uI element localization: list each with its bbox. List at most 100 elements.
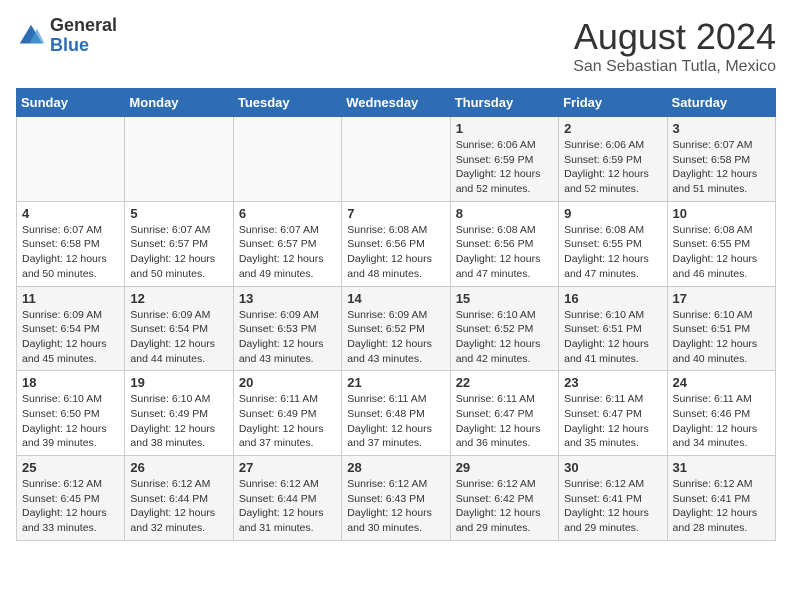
calendar-cell	[233, 117, 341, 202]
day-number: 28	[347, 460, 444, 475]
day-info: Sunrise: 6:11 AMSunset: 6:47 PMDaylight:…	[564, 392, 661, 451]
day-number: 31	[673, 460, 770, 475]
day-number: 25	[22, 460, 119, 475]
calendar-cell: 4Sunrise: 6:07 AMSunset: 6:58 PMDaylight…	[17, 201, 125, 286]
day-number: 6	[239, 206, 336, 221]
day-number: 7	[347, 206, 444, 221]
page-header: General Blue August 2024 San Sebastian T…	[16, 16, 776, 76]
day-number: 13	[239, 291, 336, 306]
calendar-cell: 12Sunrise: 6:09 AMSunset: 6:54 PMDayligh…	[125, 286, 233, 371]
day-info: Sunrise: 6:08 AMSunset: 6:56 PMDaylight:…	[456, 223, 553, 282]
day-number: 14	[347, 291, 444, 306]
day-info: Sunrise: 6:07 AMSunset: 6:57 PMDaylight:…	[239, 223, 336, 282]
day-number: 18	[22, 375, 119, 390]
calendar-cell: 28 Sunrise: 6:12 AMSunset: 6:43 PMDayligh…	[342, 456, 450, 541]
calendar-cell	[125, 117, 233, 202]
day-info: Sunrise: 6:12 AMSunset: 6:44 PMDaylight:…	[239, 477, 336, 536]
day-info: Sunrise: 6:12 AMSunset: 6:43 PMDaylight:…	[347, 477, 444, 536]
logo-text: General Blue	[50, 16, 117, 56]
day-number: 29	[456, 460, 553, 475]
calendar-cell: 30 Sunrise: 6:12 AMSunset: 6:41 PMDayligh…	[559, 456, 667, 541]
day-number: 26	[130, 460, 227, 475]
location-title: San Sebastian Tutla, Mexico	[573, 58, 776, 76]
calendar-cell: 24 Sunrise: 6:11 AMSunset: 6:46 PMDayligh…	[667, 371, 775, 456]
title-block: August 2024 San Sebastian Tutla, Mexico	[573, 16, 776, 76]
day-info: Sunrise: 6:08 AMSunset: 6:55 PMDaylight:…	[673, 223, 770, 282]
day-number: 27	[239, 460, 336, 475]
day-info: Sunrise: 6:12 AMSunset: 6:45 PMDaylight:…	[22, 477, 119, 536]
calendar-week-4: 18 Sunrise: 6:10 AMSunset: 6:50 PMDayligh…	[17, 371, 776, 456]
calendar-cell: 16Sunrise: 6:10 AMSunset: 6:51 PMDayligh…	[559, 286, 667, 371]
day-number: 23	[564, 375, 661, 390]
calendar-cell: 21Sunrise: 6:11 AMSunset: 6:48 PMDayligh…	[342, 371, 450, 456]
calendar-cell: 29 Sunrise: 6:12 AMSunset: 6:42 PMDayligh…	[450, 456, 558, 541]
calendar-cell: 23 Sunrise: 6:11 AMSunset: 6:47 PMDayligh…	[559, 371, 667, 456]
day-info: Sunrise: 6:09 AMSunset: 6:52 PMDaylight:…	[347, 308, 444, 367]
header-day-tuesday: Tuesday	[233, 89, 341, 117]
calendar-cell	[342, 117, 450, 202]
calendar-cell: 8 Sunrise: 6:08 AMSunset: 6:56 PMDaylight…	[450, 201, 558, 286]
calendar-cell: 1 Sunrise: 6:06 AMSunset: 6:59 PMDaylight…	[450, 117, 558, 202]
calendar-cell: 3Sunrise: 6:07 AMSunset: 6:58 PMDaylight…	[667, 117, 775, 202]
calendar-header: SundayMondayTuesdayWednesdayThursdayFrid…	[17, 89, 776, 117]
calendar-cell: 19Sunrise: 6:10 AMSunset: 6:49 PMDayligh…	[125, 371, 233, 456]
calendar-cell: 6 Sunrise: 6:07 AMSunset: 6:57 PMDaylight…	[233, 201, 341, 286]
logo-icon	[16, 21, 46, 51]
day-info: Sunrise: 6:07 AMSunset: 6:57 PMDaylight:…	[130, 223, 227, 282]
day-number: 8	[456, 206, 553, 221]
day-info: Sunrise: 6:07 AMSunset: 6:58 PMDaylight:…	[673, 138, 770, 197]
calendar-cell: 18 Sunrise: 6:10 AMSunset: 6:50 PMDayligh…	[17, 371, 125, 456]
day-info: Sunrise: 6:12 AMSunset: 6:41 PMDaylight:…	[673, 477, 770, 536]
day-number: 9	[564, 206, 661, 221]
day-info: Sunrise: 6:11 AMSunset: 6:46 PMDaylight:…	[673, 392, 770, 451]
calendar-cell: 14 Sunrise: 6:09 AMSunset: 6:52 PMDayligh…	[342, 286, 450, 371]
calendar-week-3: 11 Sunrise: 6:09 AMSunset: 6:54 PMDayligh…	[17, 286, 776, 371]
calendar-cell: 15Sunrise: 6:10 AMSunset: 6:52 PMDayligh…	[450, 286, 558, 371]
header-day-monday: Monday	[125, 89, 233, 117]
day-number: 30	[564, 460, 661, 475]
day-number: 19	[130, 375, 227, 390]
day-number: 17	[673, 291, 770, 306]
header-day-sunday: Sunday	[17, 89, 125, 117]
day-number: 11	[22, 291, 119, 306]
day-info: Sunrise: 6:10 AMSunset: 6:50 PMDaylight:…	[22, 392, 119, 451]
day-number: 4	[22, 206, 119, 221]
day-info: Sunrise: 6:12 AMSunset: 6:42 PMDaylight:…	[456, 477, 553, 536]
calendar-cell: 25 Sunrise: 6:12 AMSunset: 6:45 PMDayligh…	[17, 456, 125, 541]
calendar-cell: 31 Sunrise: 6:12 AMSunset: 6:41 PMDayligh…	[667, 456, 775, 541]
header-day-friday: Friday	[559, 89, 667, 117]
calendar-cell: 10Sunrise: 6:08 AMSunset: 6:55 PMDayligh…	[667, 201, 775, 286]
day-info: Sunrise: 6:11 AMSunset: 6:49 PMDaylight:…	[239, 392, 336, 451]
day-info: Sunrise: 6:09 AMSunset: 6:54 PMDaylight:…	[130, 308, 227, 367]
calendar-week-2: 4Sunrise: 6:07 AMSunset: 6:58 PMDaylight…	[17, 201, 776, 286]
day-info: Sunrise: 6:11 AMSunset: 6:47 PMDaylight:…	[456, 392, 553, 451]
day-info: Sunrise: 6:10 AMSunset: 6:51 PMDaylight:…	[564, 308, 661, 367]
day-number: 1	[456, 121, 553, 136]
day-number: 15	[456, 291, 553, 306]
calendar-cell: 26Sunrise: 6:12 AMSunset: 6:44 PMDayligh…	[125, 456, 233, 541]
header-day-saturday: Saturday	[667, 89, 775, 117]
day-info: Sunrise: 6:11 AMSunset: 6:48 PMDaylight:…	[347, 392, 444, 451]
calendar-cell: 17Sunrise: 6:10 AMSunset: 6:51 PMDayligh…	[667, 286, 775, 371]
header-day-wednesday: Wednesday	[342, 89, 450, 117]
calendar-week-1: 1 Sunrise: 6:06 AMSunset: 6:59 PMDaylight…	[17, 117, 776, 202]
calendar-week-5: 25 Sunrise: 6:12 AMSunset: 6:45 PMDayligh…	[17, 456, 776, 541]
day-info: Sunrise: 6:06 AMSunset: 6:59 PMDaylight:…	[564, 138, 661, 197]
day-number: 5	[130, 206, 227, 221]
calendar-cell: 27 Sunrise: 6:12 AMSunset: 6:44 PMDayligh…	[233, 456, 341, 541]
calendar-cell: 11 Sunrise: 6:09 AMSunset: 6:54 PMDayligh…	[17, 286, 125, 371]
logo: General Blue	[16, 16, 117, 56]
calendar-cell: 13Sunrise: 6:09 AMSunset: 6:53 PMDayligh…	[233, 286, 341, 371]
calendar-cell: 2Sunrise: 6:06 AMSunset: 6:59 PMDaylight…	[559, 117, 667, 202]
day-number: 24	[673, 375, 770, 390]
calendar-table: SundayMondayTuesdayWednesdayThursdayFrid…	[16, 88, 776, 541]
calendar-cell: 9 Sunrise: 6:08 AMSunset: 6:55 PMDaylight…	[559, 201, 667, 286]
month-title: August 2024	[573, 16, 776, 58]
day-info: Sunrise: 6:08 AMSunset: 6:55 PMDaylight:…	[564, 223, 661, 282]
logo-general-text: General	[50, 16, 117, 36]
day-info: Sunrise: 6:06 AMSunset: 6:59 PMDaylight:…	[456, 138, 553, 197]
calendar-body: 1 Sunrise: 6:06 AMSunset: 6:59 PMDaylight…	[17, 117, 776, 541]
day-info: Sunrise: 6:12 AMSunset: 6:41 PMDaylight:…	[564, 477, 661, 536]
day-info: Sunrise: 6:09 AMSunset: 6:54 PMDaylight:…	[22, 308, 119, 367]
header-row: SundayMondayTuesdayWednesdayThursdayFrid…	[17, 89, 776, 117]
